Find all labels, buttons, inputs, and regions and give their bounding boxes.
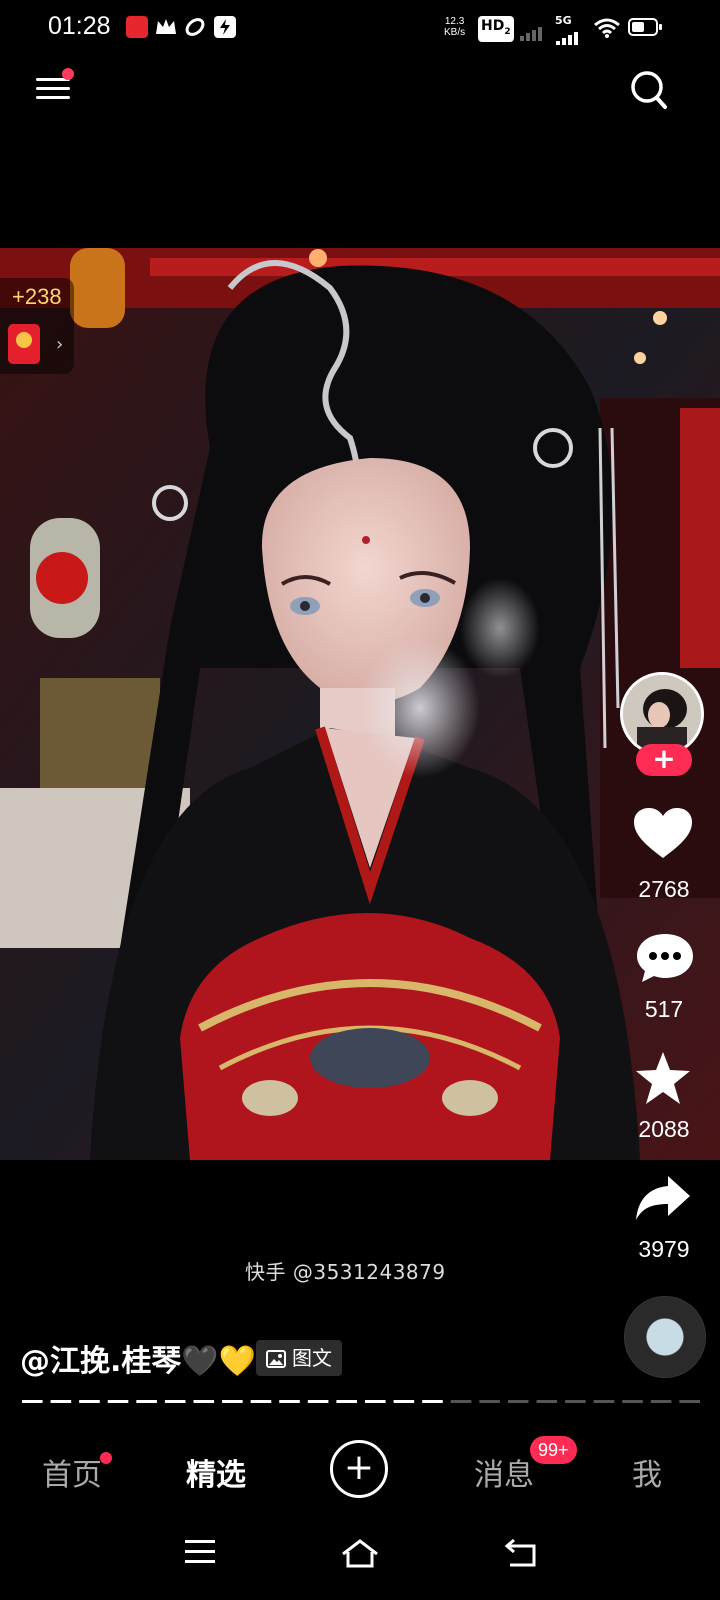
like-icon[interactable] bbox=[634, 808, 692, 860]
favorite-count: 2088 bbox=[638, 1116, 690, 1142]
hd-label: HD bbox=[481, 18, 505, 34]
tab-me[interactable]: 我 bbox=[632, 1450, 662, 1494]
progress-segment bbox=[650, 1400, 672, 1403]
create-button[interactable]: + bbox=[330, 1440, 388, 1498]
share-count: 3979 bbox=[638, 1236, 690, 1262]
status-bar: 01:28 12.3 KB/s HD2 5G bbox=[0, 0, 720, 56]
leaf-icon bbox=[185, 18, 205, 36]
sim-label: 2 bbox=[504, 26, 511, 37]
like-count: 2768 bbox=[638, 876, 690, 902]
progress-segment bbox=[679, 1400, 700, 1403]
network-speed: 12.3 KB/s bbox=[444, 16, 465, 38]
watermark-text: 快手 @3531243879 bbox=[245, 1260, 446, 1284]
video-frame-image bbox=[0, 248, 720, 1160]
tab-messages[interactable]: 消息 bbox=[474, 1450, 534, 1494]
progress-segment bbox=[307, 1400, 329, 1403]
progress-segment bbox=[622, 1400, 643, 1403]
red-envelope-icon[interactable] bbox=[8, 324, 40, 364]
system-home-icon[interactable] bbox=[340, 1538, 380, 1570]
progress-segment bbox=[250, 1400, 272, 1403]
battery-icon bbox=[628, 18, 662, 36]
progress-segment bbox=[222, 1400, 243, 1403]
progress-segment bbox=[393, 1400, 415, 1403]
image-text-tag[interactable]: 图文 bbox=[256, 1340, 342, 1376]
flash-icon bbox=[214, 16, 236, 38]
search-icon[interactable] bbox=[630, 70, 668, 110]
status-time: 01:28 bbox=[48, 12, 111, 40]
signal-2-icon bbox=[556, 26, 580, 45]
system-menu-icon[interactable] bbox=[184, 1538, 216, 1566]
progress-segment bbox=[536, 1400, 558, 1403]
progress-segment bbox=[593, 1400, 615, 1403]
messages-badge: 99+ bbox=[530, 1436, 577, 1464]
progress-segment bbox=[107, 1400, 129, 1403]
progress-segment bbox=[565, 1400, 586, 1403]
menu-notification-dot bbox=[62, 68, 74, 80]
follow-button[interactable]: + bbox=[636, 744, 692, 776]
signal-1-icon bbox=[520, 22, 544, 41]
reward-count: +238 bbox=[12, 284, 62, 309]
progress-segment bbox=[164, 1400, 186, 1403]
image-text-tag-label: 图文 bbox=[292, 1346, 332, 1370]
home-notification-dot bbox=[100, 1452, 112, 1464]
slideshow-progress[interactable] bbox=[22, 1400, 700, 1403]
network-speed-value: 12.3 bbox=[444, 16, 465, 27]
progress-segment bbox=[507, 1400, 529, 1403]
video-player[interactable] bbox=[0, 248, 720, 1160]
comment-icon[interactable] bbox=[636, 932, 694, 984]
progress-segment bbox=[365, 1400, 386, 1403]
reward-arrow[interactable]: › bbox=[56, 334, 63, 355]
progress-segment bbox=[136, 1400, 157, 1403]
progress-segment bbox=[79, 1400, 100, 1403]
author-name[interactable]: @江挽.桂琴🖤💛 bbox=[20, 1336, 256, 1380]
share-icon[interactable] bbox=[634, 1174, 692, 1222]
network-speed-unit: KB/s bbox=[444, 27, 466, 38]
progress-segment bbox=[422, 1400, 443, 1403]
image-icon bbox=[266, 1350, 286, 1368]
system-back-icon[interactable] bbox=[504, 1538, 538, 1568]
hd-indicator: HD2 bbox=[478, 16, 514, 42]
progress-segment bbox=[450, 1400, 472, 1403]
tab-home[interactable]: 首页 bbox=[42, 1450, 102, 1494]
tab-featured[interactable]: 精选 bbox=[186, 1450, 246, 1494]
progress-segment bbox=[479, 1400, 500, 1403]
progress-segment bbox=[279, 1400, 300, 1403]
crown-icon bbox=[156, 19, 176, 34]
music-disc-icon[interactable] bbox=[624, 1296, 706, 1378]
wifi-icon bbox=[594, 18, 620, 38]
video-app-icon bbox=[126, 16, 148, 38]
progress-segment bbox=[193, 1400, 215, 1403]
progress-segment bbox=[22, 1400, 43, 1403]
comment-count: 517 bbox=[644, 996, 684, 1022]
favorite-star-icon[interactable] bbox=[634, 1050, 692, 1106]
progress-segment bbox=[336, 1400, 357, 1403]
progress-segment bbox=[50, 1400, 72, 1403]
